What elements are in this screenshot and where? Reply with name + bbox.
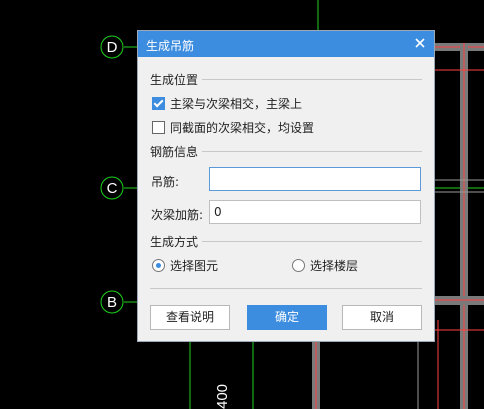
checkbox-unchecked-icon[interactable]: [152, 120, 165, 134]
close-icon[interactable]: [412, 35, 428, 51]
section-position-label: 生成位置: [150, 71, 203, 88]
checkbox-same-section-label: 同截面的次梁相交，均设置: [170, 120, 315, 135]
radio-select-floor-label: 选择楼层: [310, 258, 359, 273]
axis-label-d: D: [107, 39, 118, 56]
radio-select-element-label: 选择图元: [170, 258, 219, 273]
dialog-title: 生成吊筋: [146, 39, 195, 53]
section-method-label: 生成方式: [150, 233, 203, 250]
section-method: 生成方式: [150, 233, 422, 250]
axis-label-c: C: [107, 180, 118, 197]
section-rebar: 钢筋信息: [150, 143, 422, 160]
generate-hanger-dialog: 生成吊筋 生成位置 主梁与次梁相交，主梁上 同截面的次梁相交，均设置 钢筋信息 …: [137, 30, 435, 342]
checkbox-same-section[interactable]: 同截面的次梁相交，均设置: [152, 119, 314, 135]
secondary-rebar-input[interactable]: 0: [209, 200, 421, 224]
help-button[interactable]: 查看说明: [150, 305, 230, 330]
checkbox-main-beam-label: 主梁与次梁相交，主梁上: [170, 96, 303, 111]
section-rebar-label: 钢筋信息: [150, 143, 203, 160]
dialog-titlebar[interactable]: 生成吊筋: [138, 31, 434, 57]
axis-label-b: B: [107, 294, 117, 311]
secondary-rebar-label: 次梁加筋:: [151, 208, 204, 222]
divider: [150, 288, 422, 289]
radio-unselected-icon[interactable]: [292, 258, 305, 272]
dimension-label: 400: [214, 384, 231, 409]
radio-selected-icon[interactable]: [152, 258, 165, 272]
cancel-button[interactable]: 取消: [342, 305, 422, 330]
checkbox-main-beam[interactable]: 主梁与次梁相交，主梁上: [152, 95, 302, 111]
radio-select-floor[interactable]: 选择楼层: [292, 257, 358, 273]
ok-button[interactable]: 确定: [247, 305, 327, 330]
hanger-label: 吊筋:: [151, 175, 180, 189]
radio-select-element[interactable]: 选择图元: [152, 257, 218, 273]
section-position: 生成位置: [150, 71, 422, 88]
hanger-input[interactable]: [209, 167, 421, 191]
checkbox-checked-icon[interactable]: [152, 96, 165, 110]
